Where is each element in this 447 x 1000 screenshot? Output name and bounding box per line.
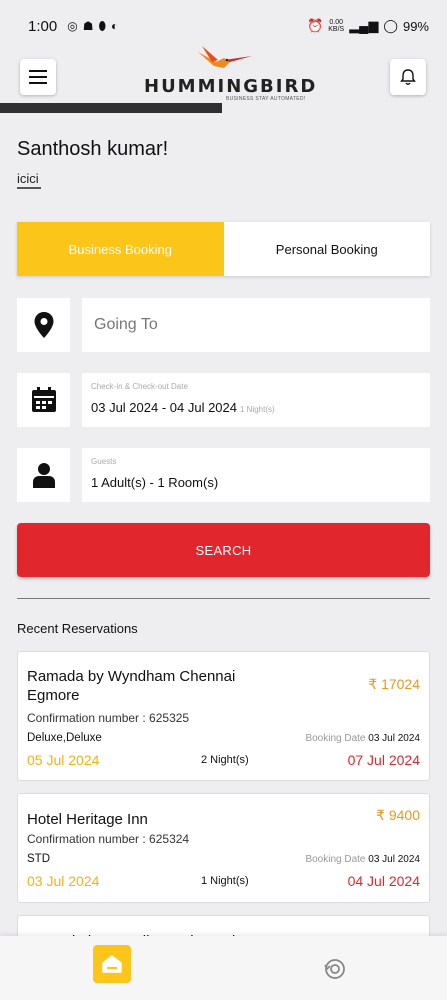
section-divider	[17, 598, 430, 599]
personal-booking-tab[interactable]: Personal Booking	[223, 222, 430, 276]
notifications-button[interactable]	[390, 59, 426, 95]
booking-date: Booking Date 03 Jul 2024	[305, 854, 420, 865]
destination-row: Going To	[17, 298, 430, 352]
dates-row: Check-in & Check-out Date 03 Jul 2024 - …	[17, 373, 430, 427]
hummingbird-logo: HUMMINGBIRD BUSINESS STAY AUTOMATED!	[140, 46, 315, 102]
dates-label: Check-in & Check-out Date	[91, 382, 188, 391]
alarm-icon: ⏰	[307, 18, 324, 33]
nights-count: 2 Night(s)	[201, 754, 249, 766]
nights-label: 1 Night(s)	[240, 405, 275, 414]
calendar-icon	[31, 387, 56, 412]
logo-text: HUMMINGBIRD	[144, 76, 318, 97]
header-accent-bar	[0, 103, 222, 113]
company-name: icici	[17, 171, 39, 186]
battery-icon: ◯	[383, 18, 398, 33]
reservation-card[interactable]: Ramada by Wyndham Chennai Egmore ₹ 17024…	[17, 651, 430, 781]
location-pin-icon	[34, 312, 53, 338]
status-time: 1:00	[28, 17, 58, 35]
hotel-name: Hotel Heritage Inn	[27, 811, 148, 828]
destination-input[interactable]: Going To	[82, 298, 430, 352]
dates-icon-box	[17, 373, 70, 427]
reservation-card[interactable]: Hotel Heritage Inn ₹ 9400 Confirmation n…	[17, 793, 430, 903]
snapchat-icon: ☗	[82, 18, 94, 33]
hotel-name: Ramada by Wyndham Chennai Egmore	[27, 668, 236, 704]
reservation-price: ₹ 9400	[376, 807, 420, 823]
whatsapp-icon: ◎	[67, 18, 78, 33]
company-underline	[17, 187, 41, 189]
logo-tagline: BUSINESS STAY AUTOMATED!	[226, 96, 306, 102]
destination-placeholder: Going To	[94, 316, 158, 333]
search-button[interactable]: SEARCH	[17, 523, 430, 577]
guests-value: 1 Adult(s) - 1 Room(s)	[91, 475, 219, 490]
dates-input[interactable]: Check-in & Check-out Date 03 Jul 2024 - …	[82, 373, 430, 427]
nights-count: 1 Night(s)	[201, 875, 249, 887]
room-type: STD	[27, 853, 50, 865]
hamburger-icon	[29, 70, 47, 72]
room-type: Deluxe,Deluxe	[27, 732, 102, 744]
check-in-date: 05 Jul 2024	[27, 752, 100, 768]
home-tab[interactable]	[93, 945, 131, 983]
check-out-date: 04 Jul 2024	[347, 873, 420, 889]
status-bar: 1:00 ◎ ☗ ⬮ ◐ ⏰ 0.00 KB/S ▂▄▆ ◯ 99%	[0, 0, 447, 52]
data-speed: 0.00 KB/S	[328, 19, 345, 33]
user-greeting: Santhosh kumar!	[17, 138, 169, 160]
sync-icon: ◐	[111, 18, 119, 33]
person-icon	[32, 463, 55, 488]
check-out-date: 07 Jul 2024	[347, 752, 420, 768]
reservation-price: ₹ 17024	[368, 676, 420, 692]
business-booking-tab[interactable]: Business Booking	[17, 222, 224, 276]
booking-type-toggle: Business Booking Personal Booking	[17, 222, 430, 276]
location-icon: ⬮	[98, 18, 106, 33]
guests-row: Guests 1 Adult(s) - 1 Room(s)	[17, 448, 430, 502]
destination-icon-box	[17, 298, 70, 352]
bottom-navigation	[0, 936, 447, 1000]
booking-date: Booking Date 03 Jul 2024	[305, 733, 420, 744]
notification-icons: ◎ ☗ ⬮ ◐	[67, 19, 118, 34]
home-icon	[102, 955, 122, 973]
guests-icon-box	[17, 448, 70, 502]
confirmation-number: Confirmation number : 625325	[27, 711, 190, 725]
dates-value: 03 Jul 2024 - 04 Jul 2024 1 Night(s)	[91, 400, 275, 415]
history-tab[interactable]	[322, 956, 348, 982]
guests-input[interactable]: Guests 1 Adult(s) - 1 Room(s)	[82, 448, 430, 502]
recent-reservations-title: Recent Reservations	[17, 621, 138, 636]
menu-button[interactable]	[20, 59, 56, 95]
history-icon	[324, 959, 345, 979]
check-in-date: 03 Jul 2024	[27, 873, 100, 889]
battery-level: 99%	[402, 18, 429, 34]
signal-icon: ▂▄▆	[349, 18, 379, 33]
guests-label: Guests	[91, 457, 117, 466]
confirmation-number: Confirmation number : 625324	[27, 832, 190, 846]
bell-icon	[400, 69, 416, 85]
